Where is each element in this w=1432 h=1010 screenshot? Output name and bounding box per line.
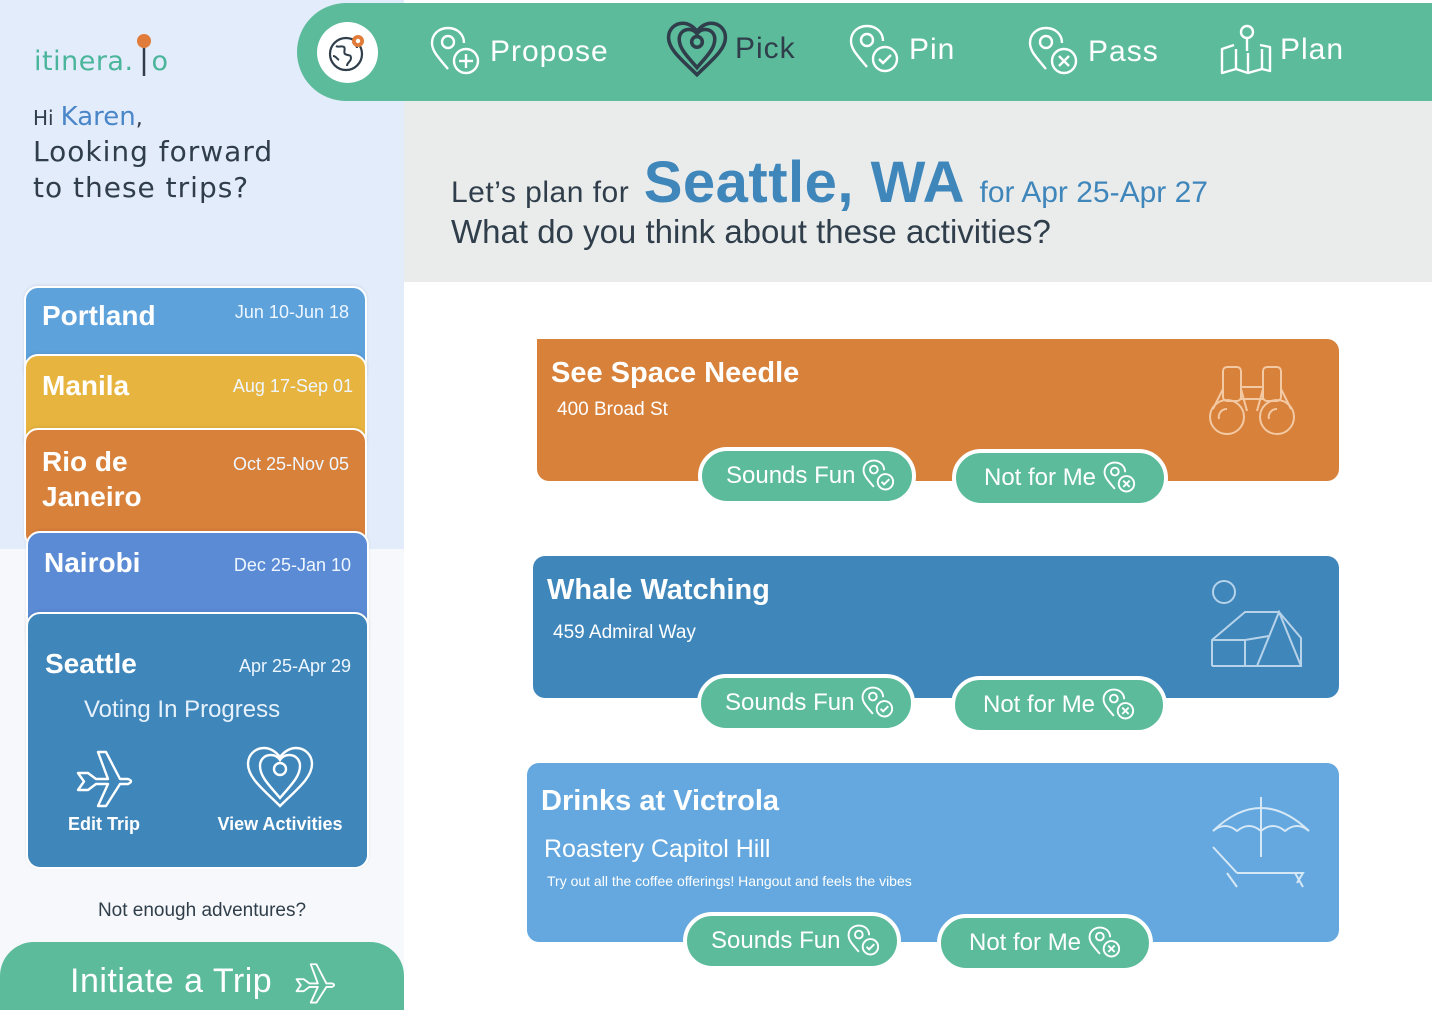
activity-address: 459 Admiral Way xyxy=(553,622,696,643)
sounds-fun-button[interactable]: Sounds Fun xyxy=(697,674,915,732)
nav-pin-label: Pin xyxy=(909,33,956,66)
pin-x-icon xyxy=(1102,688,1135,720)
edit-trip-label: Edit Trip xyxy=(68,814,140,834)
nav-pass-label: Pass xyxy=(1088,35,1159,68)
plan-header: Let’s plan for Seattle, WA for Apr 25-Ap… xyxy=(404,101,1432,282)
greeting-hi: Hi xyxy=(33,106,54,130)
not-for-me-button[interactable]: Not for Me xyxy=(951,676,1167,734)
activity-card-victrola: Drinks at Victrola Roastery Capitol Hill… xyxy=(527,763,1339,942)
trip-card-seattle[interactable]: Seattle Apr 25-Apr 29 Voting In Progress… xyxy=(26,612,369,869)
greeting-line: Hi Karen, xyxy=(33,102,313,132)
sounds-fun-label: Sounds Fun xyxy=(726,462,856,489)
trip-name: Portland xyxy=(42,300,156,331)
not-for-me-label: Not for Me xyxy=(984,464,1097,491)
activity-address: Roastery Capitol Hill xyxy=(544,835,771,863)
heart-pin-icon xyxy=(246,746,314,808)
plane-icon xyxy=(295,963,336,1004)
sounds-fun-button[interactable]: Sounds Fun xyxy=(683,912,901,970)
trip-name: Rio de Janeiro xyxy=(42,446,142,512)
not-for-me-label: Not for Me xyxy=(983,691,1096,718)
nav-propose-label: Propose xyxy=(490,35,609,68)
pin-check-icon xyxy=(849,24,899,73)
trip-dates: Dec 25-Jan 10 xyxy=(233,555,351,575)
pin-x-icon xyxy=(1028,26,1078,75)
beach-chair-icon xyxy=(1212,797,1310,888)
trip-name: Seattle xyxy=(45,648,137,679)
trip-name: Nairobi xyxy=(44,547,141,578)
voting-status: Voting In Progress xyxy=(84,696,281,723)
logo-pin-icon xyxy=(137,34,151,76)
activity-address: 400 Broad St xyxy=(557,399,668,420)
top-nav: Propose Pick Pin Pass Plan xyxy=(297,3,1432,101)
initiate-trip-label: Initiate a Trip xyxy=(70,962,273,1000)
nav-pin[interactable]: Pin xyxy=(847,23,955,77)
binoculars-icon xyxy=(1209,366,1295,435)
not-enough-prompt: Not enough adventures? xyxy=(97,900,307,921)
plan-prefix: Let’s plan for xyxy=(451,176,630,209)
plan-dates: for Apr 25-Apr 27 xyxy=(979,176,1208,209)
pin-x-icon xyxy=(1103,461,1136,493)
not-for-me-button[interactable]: Not for Me xyxy=(937,914,1153,972)
user-name: Karen xyxy=(60,102,136,132)
camping-icon xyxy=(1211,580,1302,667)
activity-card-whale-watching: Whale Watching 459 Admiral Way xyxy=(533,556,1339,698)
activity-title: Whale Watching xyxy=(547,574,770,606)
trip-name: Manila xyxy=(42,370,130,401)
sounds-fun-label: Sounds Fun xyxy=(711,927,841,954)
trip-dates: Aug 17-Sep 01 xyxy=(232,376,353,396)
activity-title: Drinks at Victrola xyxy=(541,785,780,817)
activity-description: Try out all the coffee offerings! Hangou… xyxy=(547,873,912,889)
greeting-comma: , xyxy=(135,106,143,131)
plan-city: Seattle, WA xyxy=(643,150,966,215)
plan-title-line: Let’s plan for Seattle, WA for Apr 25-Ap… xyxy=(451,149,1208,216)
globe-pin-icon xyxy=(328,35,364,72)
sounds-fun-button[interactable]: Sounds Fun xyxy=(698,447,916,505)
heart-pin-icon xyxy=(666,21,728,77)
pin-check-icon xyxy=(863,459,895,491)
plane-icon xyxy=(76,750,133,808)
nav-plan-label: Plan xyxy=(1280,33,1345,66)
pin-plus-icon xyxy=(430,26,480,75)
not-for-me-button[interactable]: Not for Me xyxy=(952,449,1168,507)
nav-pick[interactable]: Pick xyxy=(665,21,796,77)
sounds-fun-label: Sounds Fun xyxy=(725,689,855,716)
pin-x-icon xyxy=(1088,926,1121,958)
greeting: Hi Karen, Looking forward to these trips… xyxy=(33,102,313,206)
pin-check-icon xyxy=(848,924,880,956)
activity-card-space-needle: See Space Needle 400 Broad St xyxy=(537,339,1339,481)
nav-pick-label: Pick xyxy=(735,32,796,65)
not-for-me-label: Not for Me xyxy=(969,929,1082,956)
view-activities-button[interactable]: View Activities xyxy=(210,746,350,835)
trip-dates: Apr 25-Apr 29 xyxy=(238,656,351,676)
initiate-trip-button[interactable]: Initiate a Trip xyxy=(0,942,404,1010)
pin-check-icon xyxy=(862,686,894,718)
trip-dates: Oct 25-Nov 05 xyxy=(232,454,349,474)
greeting-message: Looking forward to these trips? xyxy=(33,135,274,204)
edit-trip-button[interactable]: Edit Trip xyxy=(64,746,144,835)
home-button[interactable] xyxy=(317,22,378,83)
map-pin-icon xyxy=(1220,24,1272,75)
plan-question: What do you think about these activities… xyxy=(451,213,1051,250)
trip-card-rio-de-janeiro[interactable]: Rio de Janeiro Oct 25-Nov 05 xyxy=(24,428,367,548)
nav-propose[interactable]: Propose xyxy=(428,25,609,79)
activity-title: See Space Needle xyxy=(551,357,800,389)
nav-pass[interactable]: Pass xyxy=(1026,25,1159,79)
trip-dates: Jun 10-Jun 18 xyxy=(234,302,349,322)
view-activities-label: View Activities xyxy=(217,814,343,834)
nav-plan[interactable]: Plan xyxy=(1218,23,1344,77)
